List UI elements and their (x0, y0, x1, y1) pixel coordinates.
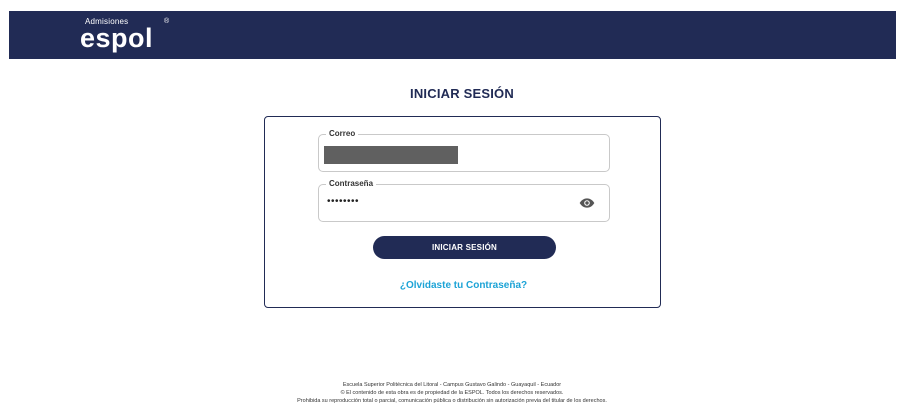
login-page: Admisiones espol ® INICIAR SESIÓN Correo… (0, 0, 904, 414)
espol-admissions-logo[interactable]: Admisiones espol ® (72, 15, 182, 55)
password-label: Contraseña (326, 179, 377, 189)
footer-address: Escuela Superior Politécnica del Litoral… (342, 382, 562, 388)
forgot-password-link[interactable]: ¿Olvidaste tu Contraseña? (265, 280, 662, 291)
login-card: Correo Contraseña •••••••• INICIAR SESIÓ… (264, 116, 661, 308)
logo-espol-text: espol (80, 23, 154, 53)
login-button[interactable]: INICIAR SESIÓN (373, 236, 556, 259)
footer: Escuela Superior Politécnica del Litoral… (0, 381, 904, 405)
email-field[interactable]: Correo (318, 129, 610, 172)
footer-rights-notice: Prohibida su reproducción total o parcia… (297, 398, 607, 404)
redacted-email-value (324, 146, 458, 164)
masked-password-value: •••••••• (327, 196, 360, 207)
email-label: Correo (326, 129, 359, 139)
page-title: INICIAR SESIÓN (410, 86, 514, 101)
footer-copyright: © El contenido de esta obra es de propie… (340, 390, 564, 396)
top-header: Admisiones espol ® (9, 11, 896, 59)
registered-mark: ® (164, 18, 170, 25)
password-field[interactable]: Contraseña •••••••• (318, 179, 610, 222)
eye-icon[interactable] (579, 197, 595, 209)
